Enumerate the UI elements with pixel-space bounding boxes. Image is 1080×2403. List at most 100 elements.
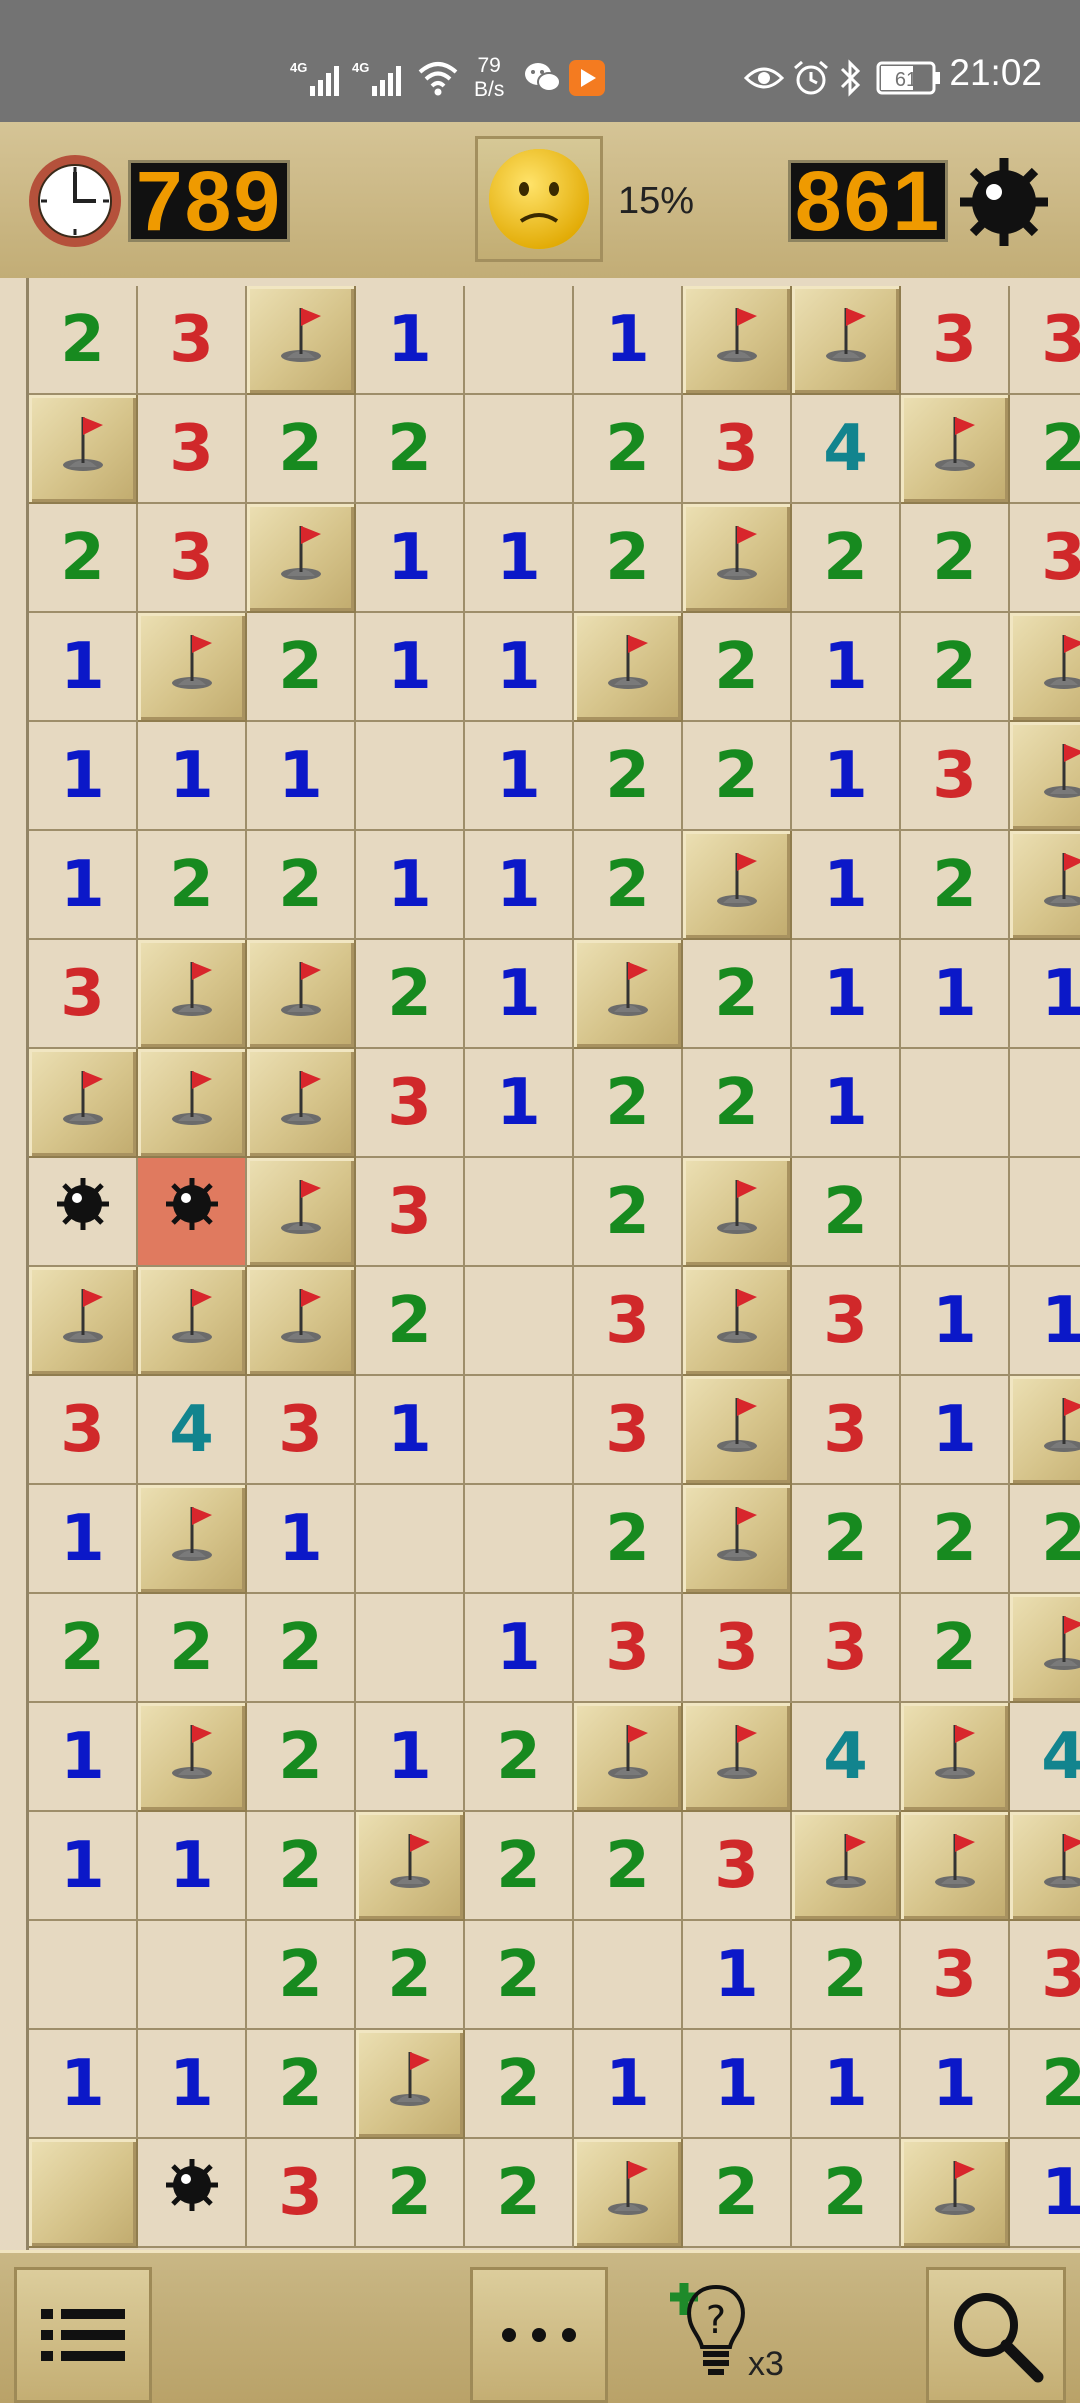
cell-empty[interactable]	[1010, 1049, 1080, 1158]
cell-flagged[interactable]	[574, 1703, 683, 1812]
cell-number[interactable]: 1	[465, 831, 574, 940]
cell-number[interactable]: 1	[1010, 1267, 1080, 1376]
cell-number[interactable]: 1	[792, 613, 901, 722]
cell-number[interactable]: 1	[356, 1703, 465, 1812]
cell-number[interactable]: 2	[247, 1594, 356, 1703]
cell-number[interactable]: 2	[901, 831, 1010, 940]
cell-flagged[interactable]	[683, 1485, 792, 1594]
cell-number[interactable]: 1	[247, 722, 356, 831]
cell-empty[interactable]	[901, 1049, 1010, 1158]
cell-number[interactable]: 1	[356, 1376, 465, 1485]
cell-flagged[interactable]	[138, 1485, 247, 1594]
cell-flagged[interactable]	[138, 1703, 247, 1812]
cell-number[interactable]: 3	[574, 1376, 683, 1485]
cell-number[interactable]: 3	[792, 1267, 901, 1376]
cell-number[interactable]: 1	[792, 831, 901, 940]
cell-number[interactable]: 1	[1010, 2139, 1080, 2248]
cell-number[interactable]: 2	[683, 1049, 792, 1158]
cell-number[interactable]: 3	[1010, 286, 1080, 395]
cell-number[interactable]: 3	[356, 1049, 465, 1158]
cell-number[interactable]: 1	[574, 286, 683, 395]
cell-flagged[interactable]	[683, 1267, 792, 1376]
cell-flagged[interactable]	[138, 613, 247, 722]
cell-empty[interactable]	[465, 1267, 574, 1376]
cell-number[interactable]: 3	[901, 1921, 1010, 2030]
cell-number[interactable]: 1	[465, 1594, 574, 1703]
cell-number[interactable]: 1	[138, 1812, 247, 1921]
cell-number[interactable]: 3	[683, 1594, 792, 1703]
cell-number[interactable]: 2	[465, 1703, 574, 1812]
cell-number[interactable]: 1	[29, 613, 138, 722]
cell-number[interactable]: 2	[1010, 395, 1080, 504]
cell-number[interactable]: 1	[465, 940, 574, 1049]
cell-flagged[interactable]	[574, 613, 683, 722]
cell-number[interactable]: 2	[1010, 2030, 1080, 2139]
cell-empty[interactable]	[465, 286, 574, 395]
cell-empty[interactable]	[1010, 1158, 1080, 1267]
cell-flagged[interactable]	[574, 940, 683, 1049]
cell-flagged[interactable]	[138, 1267, 247, 1376]
cell-number[interactable]: 1	[247, 1485, 356, 1594]
cell-number[interactable]: 2	[792, 504, 901, 613]
cell-number[interactable]: 2	[465, 2139, 574, 2248]
cell-flagged[interactable]	[574, 2139, 683, 2248]
cell-number[interactable]: 1	[356, 613, 465, 722]
cell-number[interactable]: 1	[29, 1485, 138, 1594]
cell-flagged[interactable]	[247, 1158, 356, 1267]
cell-flagged[interactable]	[792, 1812, 901, 1921]
cell-empty[interactable]	[465, 1485, 574, 1594]
cell-flagged[interactable]	[29, 1049, 138, 1158]
cell-flagged[interactable]	[29, 395, 138, 504]
cell-mine[interactable]	[138, 2139, 247, 2248]
cell-number[interactable]: 2	[574, 1812, 683, 1921]
cell-number[interactable]: 3	[1010, 504, 1080, 613]
cell-flagged[interactable]	[247, 940, 356, 1049]
cell-number[interactable]: 3	[356, 1158, 465, 1267]
cell-number[interactable]: 2	[574, 395, 683, 504]
cell-flagged[interactable]	[901, 1812, 1010, 1921]
cell-number[interactable]: 1	[29, 722, 138, 831]
cell-number[interactable]: 1	[901, 2030, 1010, 2139]
cell-number[interactable]: 4	[792, 1703, 901, 1812]
cell-flagged[interactable]	[1010, 1376, 1080, 1485]
cell-flagged[interactable]	[901, 395, 1010, 504]
hint-button[interactable]: ? x3	[670, 2275, 790, 2395]
cell-flagged[interactable]	[901, 1703, 1010, 1812]
cell-number[interactable]: 1	[683, 2030, 792, 2139]
cell-flagged[interactable]	[356, 1812, 465, 1921]
cell-flagged[interactable]	[683, 504, 792, 613]
cell-number[interactable]: 2	[901, 1594, 1010, 1703]
cell-number[interactable]: 3	[792, 1594, 901, 1703]
cell-empty[interactable]	[29, 1921, 138, 2030]
cell-number[interactable]: 1	[683, 1921, 792, 2030]
cell-empty[interactable]	[901, 1158, 1010, 1267]
cell-number[interactable]: 3	[138, 286, 247, 395]
cell-number[interactable]: 1	[1010, 940, 1080, 1049]
cell-number[interactable]: 4	[792, 395, 901, 504]
cell-empty[interactable]	[356, 1485, 465, 1594]
cell-number[interactable]: 2	[356, 940, 465, 1049]
cell-number[interactable]: 1	[29, 1703, 138, 1812]
cell-number[interactable]: 2	[792, 2139, 901, 2248]
cell-flagged[interactable]	[1010, 1812, 1080, 1921]
cell-number[interactable]: 1	[465, 504, 574, 613]
cell-number[interactable]: 3	[138, 504, 247, 613]
cell-number[interactable]: 3	[574, 1594, 683, 1703]
cell-number[interactable]: 1	[574, 2030, 683, 2139]
cell-number[interactable]: 1	[465, 613, 574, 722]
cell-flagged[interactable]	[1010, 831, 1080, 940]
cell-number[interactable]: 3	[247, 1376, 356, 1485]
cell-flagged[interactable]	[901, 2139, 1010, 2248]
cell-flagged[interactable]	[683, 1158, 792, 1267]
cell-number[interactable]: 1	[29, 2030, 138, 2139]
cell-number[interactable]: 3	[138, 395, 247, 504]
cell-number[interactable]: 2	[247, 395, 356, 504]
cell-empty[interactable]	[356, 1594, 465, 1703]
cell-number[interactable]: 2	[29, 286, 138, 395]
cell-number[interactable]: 1	[356, 286, 465, 395]
cell-number[interactable]: 3	[247, 2139, 356, 2248]
cell-number[interactable]: 1	[29, 1812, 138, 1921]
cell-number[interactable]: 3	[792, 1376, 901, 1485]
cell-number[interactable]: 2	[901, 613, 1010, 722]
cell-flagged[interactable]	[138, 1049, 247, 1158]
